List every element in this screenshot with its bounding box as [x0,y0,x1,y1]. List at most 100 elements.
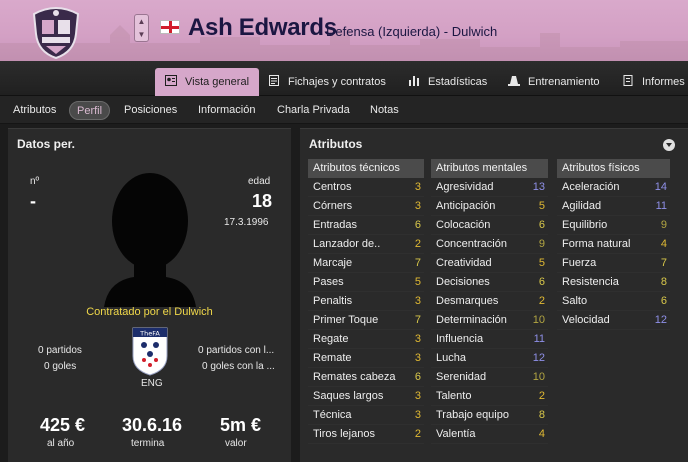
attribute-name: Creatividad [436,257,492,269]
attribute-row[interactable]: Velocidad 12 [557,311,670,330]
attribute-row[interactable]: Salto 6 [557,292,670,311]
attribute-value: 7 [414,257,421,269]
number-value: - [30,191,36,211]
attribute-row[interactable]: Córners 3 [308,197,424,216]
subtab-atributos[interactable]: Atributos [6,101,63,120]
contract-expiry-value: 30.6.16 [122,415,183,435]
physical-attributes-column: Atributos físicos Aceleración 14 Agilidad 1… [557,159,670,330]
attributes-dropdown-icon[interactable] [663,139,675,151]
wage-label: al año [47,438,75,449]
attribute-row[interactable]: Creatividad 5 [431,254,548,273]
attribute-row[interactable]: Técnica 3 [308,406,424,425]
attribute-row[interactable]: Lucha 12 [431,349,548,368]
attribute-row[interactable]: Primer Toque 7 [308,311,424,330]
attribute-name: Salto [562,295,588,307]
attribute-row[interactable]: Concentración 9 [431,235,548,254]
attribute-row[interactable]: Trabajo equipo 8 [431,406,548,425]
attribute-row[interactable]: Saques largos 3 [308,387,424,406]
attribute-row[interactable]: Tiros lejanos 2 [308,425,424,444]
attribute-row[interactable]: Talento 2 [431,387,548,406]
attribute-value: 10 [532,371,545,383]
attribute-name: Talento [436,390,472,402]
attribute-row[interactable]: Pases 5 [308,273,424,292]
subtab-posiciones[interactable]: Posiciones [117,101,184,120]
attribute-value: 4 [660,238,667,250]
attribute-row[interactable]: Desmarques 2 [431,292,548,311]
attribute-name: Forma natural [562,238,631,250]
england-fa-badge-icon: TheFA [132,327,168,376]
attribute-name: Concentración [436,238,507,250]
subtab-charla-privada[interactable]: Charla Privada [270,101,357,120]
attribute-name: Córners [313,200,353,212]
age-label: edad [248,176,271,187]
attribute-row[interactable]: Valentía 4 [431,425,548,444]
attribute-row[interactable]: Remates cabeza 6 [308,368,424,387]
column-header: Atributos físicos [557,159,670,178]
tab-informes[interactable]: Informes [612,68,688,96]
attribute-value: 12 [532,352,545,364]
attribute-row[interactable]: Entradas 6 [308,216,424,235]
player-profile-screen: { "header": { "player_name": "Ash Edward… [0,0,688,462]
technical-attributes-column: Atributos técnicos Centros 3 Córners 3 Entra… [308,159,424,444]
attribute-row[interactable]: Centros 3 [308,178,424,197]
subtab-perfil[interactable]: Perfil [69,101,111,120]
chevron-up-icon[interactable]: ▲ [135,15,148,28]
attribute-name: Lucha [436,352,466,364]
tab-vista-general[interactable]: Vista general [155,68,260,96]
birth-date: 17.3.1996 [224,217,269,228]
attribute-row[interactable]: Aceleración 14 [557,178,670,197]
attribute-row[interactable]: Lanzador de.. 2 [308,235,424,254]
attribute-row[interactable]: Determinación 10 [431,311,548,330]
sub-tab-bar: Atributos Perfil Posiciones Información … [0,96,688,124]
subtab-notas[interactable]: Notas [363,101,406,120]
intl-matches[interactable]: 0 partidos con l... [198,345,274,356]
tab-fichajes-contratos[interactable]: Fichajes y contratos [258,68,396,96]
attribute-value: 9 [660,219,667,231]
attribute-value: 7 [414,314,421,326]
attribute-value: 12 [654,314,667,326]
main-tab-bar: Vista general Fichajes y contratos Estad… [0,61,688,96]
nation-code: ENG [141,378,163,389]
attribute-row[interactable]: Regate 3 [308,330,424,349]
attribute-row[interactable]: Fuerza 7 [557,254,670,273]
attribute-name: Determinación [436,314,507,326]
attribute-row[interactable]: Serenidad 10 [431,368,548,387]
attribute-row[interactable]: Forma natural 4 [557,235,670,254]
attribute-row[interactable]: Equilibrio 9 [557,216,670,235]
document-icon [269,75,279,86]
attribute-row[interactable]: Anticipación 5 [431,197,548,216]
attribute-value: 5 [414,276,421,288]
attribute-name: Serenidad [436,371,487,383]
attribute-row[interactable]: Resistencia 8 [557,273,670,292]
attribute-row[interactable]: Penaltis 3 [308,292,424,311]
attribute-row[interactable]: Agresividad 13 [431,178,548,197]
attribute-name: Centros [313,181,352,193]
attribute-name: Remate [313,352,352,364]
player-value: 5m € [220,415,262,435]
tab-entrenamiento[interactable]: Entrenamiento [498,68,610,96]
player-position-club[interactable]: Defensa (Izquierda) - Dulwich [326,24,497,39]
attribute-name: Fuerza [562,257,597,269]
club-matches: 0 partidos [38,345,82,356]
intl-goals[interactable]: 0 goles con la ... [202,361,275,372]
personal-data-panel: Datos per. nº - edad 18 17.3.1996 Contra… [8,128,291,462]
player-nav-arrows[interactable]: ▲ ▼ [134,14,149,42]
age-value: 18 [252,191,273,211]
tab-label: Informes [642,76,685,88]
chevron-down-icon[interactable]: ▼ [135,28,148,41]
attribute-name: Primer Toque [313,314,379,326]
tab-estadisticas[interactable]: Estadísticas [398,68,497,96]
attribute-value: 3 [414,352,421,364]
attribute-row[interactable]: Marcaje 7 [308,254,424,273]
attribute-value: 3 [414,390,421,402]
attribute-value: 2 [538,390,545,402]
attribute-row[interactable]: Colocación 6 [431,216,548,235]
subtab-informacion[interactable]: Información [191,101,262,120]
attribute-row[interactable]: Decisiones 6 [431,273,548,292]
attribute-row[interactable]: Agilidad 11 [557,197,670,216]
attribute-name: Agresividad [436,181,494,193]
attribute-value: 3 [414,295,421,307]
number-label: nº [30,176,40,187]
attribute-row[interactable]: Remate 3 [308,349,424,368]
attribute-row[interactable]: Influencia 11 [431,330,548,349]
